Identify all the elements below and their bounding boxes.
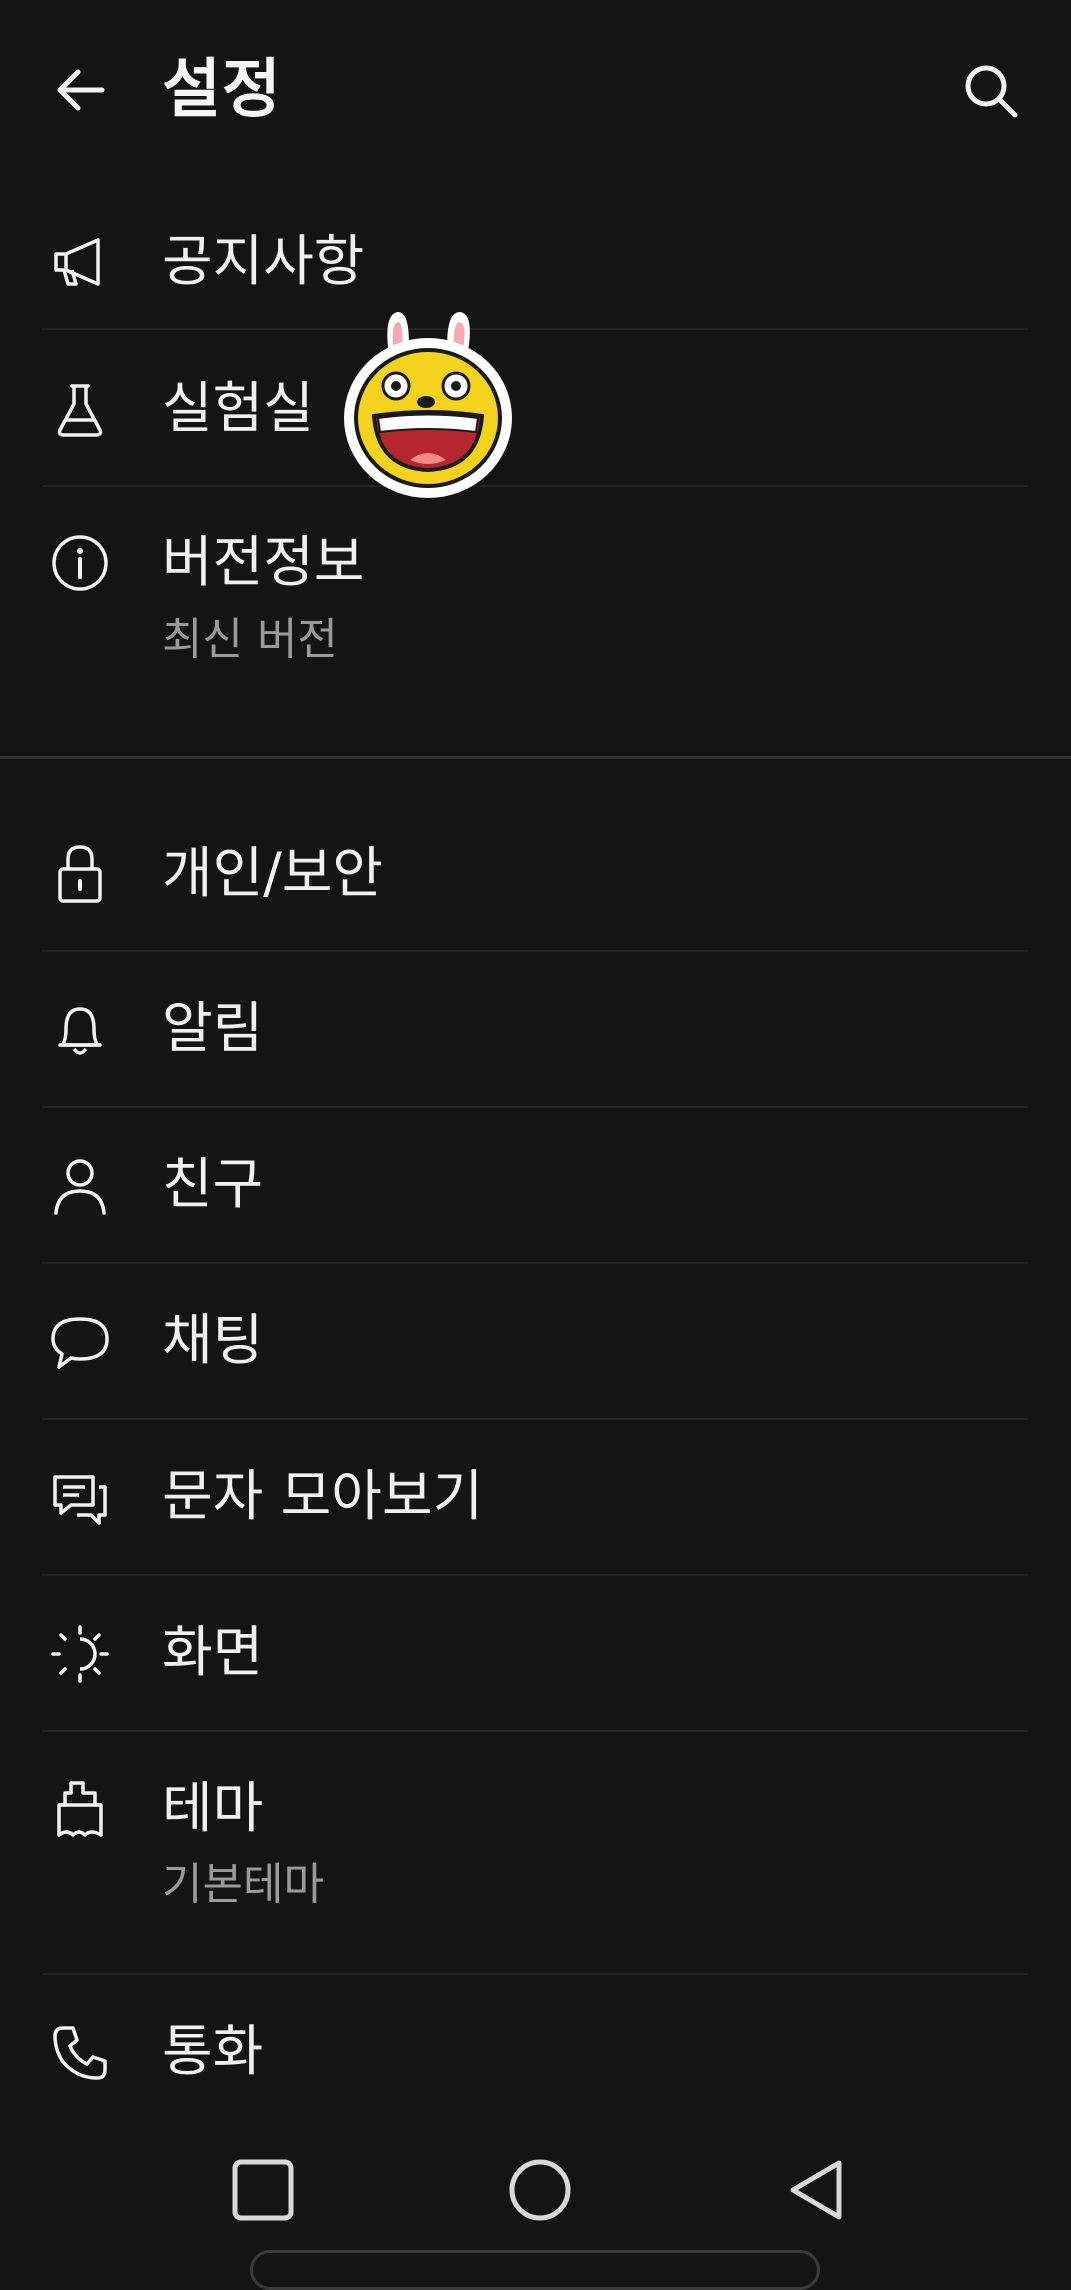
settings-item-sms[interactable]: 문자 모아보기: [0, 1420, 1071, 1575]
lab-sticker: [344, 312, 512, 498]
settings-item-chat[interactable]: 채팅: [0, 1264, 1071, 1419]
square-recents-icon: [232, 2159, 294, 2221]
message-stack-icon: [44, 1462, 116, 1534]
settings-item-label: 개인/보안: [162, 841, 383, 905]
settings-item-theme[interactable]: 테마 기본테마: [0, 1732, 1071, 1972]
settings-item-display[interactable]: 화면: [0, 1576, 1071, 1731]
lock-icon: [44, 838, 116, 910]
settings-item-lab[interactable]: 실험실: [0, 330, 1071, 485]
brush-icon: [44, 1774, 116, 1846]
bell-icon: [44, 994, 116, 1066]
circle-home-icon: [509, 2159, 571, 2221]
search-button[interactable]: [950, 50, 1032, 132]
top-app-bar: 설정: [0, 0, 1071, 180]
settings-item-version[interactable]: 버전정보 최신 버전: [0, 487, 1071, 727]
settings-item-alarm[interactable]: 알림: [0, 952, 1071, 1107]
settings-item-label: 문자 모아보기: [162, 1464, 484, 1528]
flask-icon: [44, 374, 116, 446]
settings-item-label: 친구: [162, 1152, 264, 1216]
settings-item-label: 실험실: [162, 376, 314, 440]
page-title: 설정: [162, 53, 282, 127]
settings-item-label: 공지사항: [162, 229, 365, 293]
settings-item-label: 버전정보: [162, 530, 365, 594]
gesture-handle[interactable]: [250, 2250, 820, 2290]
system-nav-bar: [0, 2140, 1071, 2264]
triangle-back-icon: [790, 2160, 842, 2220]
system-back-button[interactable]: [766, 2140, 866, 2240]
settings-item-privacy[interactable]: 개인/보안: [0, 800, 1071, 950]
section-divider: [0, 756, 1071, 759]
settings-item-call[interactable]: 통화: [0, 1975, 1071, 2125]
person-icon: [44, 1150, 116, 1222]
back-button[interactable]: [40, 50, 120, 130]
home-button[interactable]: [490, 2140, 590, 2240]
settings-item-sublabel: 최신 버전: [162, 614, 338, 665]
settings-item-label: 통화: [162, 2019, 264, 2083]
settings-item-label: 채팅: [162, 1308, 264, 1372]
speech-bubble-icon: [44, 1306, 116, 1378]
settings-item-label: 화면: [162, 1620, 264, 1684]
arrow-left-icon: [57, 69, 105, 111]
recents-button[interactable]: [213, 2140, 313, 2240]
phone-icon: [44, 2017, 116, 2089]
search-icon: [965, 65, 1018, 118]
settings-item-sublabel: 기본테마: [162, 1859, 324, 1910]
settings-item-notice[interactable]: 공지사항: [0, 190, 1071, 330]
settings-item-label: 알림: [162, 996, 264, 1060]
settings-item-friends[interactable]: 친구: [0, 1108, 1071, 1263]
brightness-icon: [44, 1618, 116, 1690]
megaphone-icon: [44, 226, 116, 298]
info-icon: [44, 527, 116, 599]
settings-item-label: 테마: [162, 1776, 264, 1840]
